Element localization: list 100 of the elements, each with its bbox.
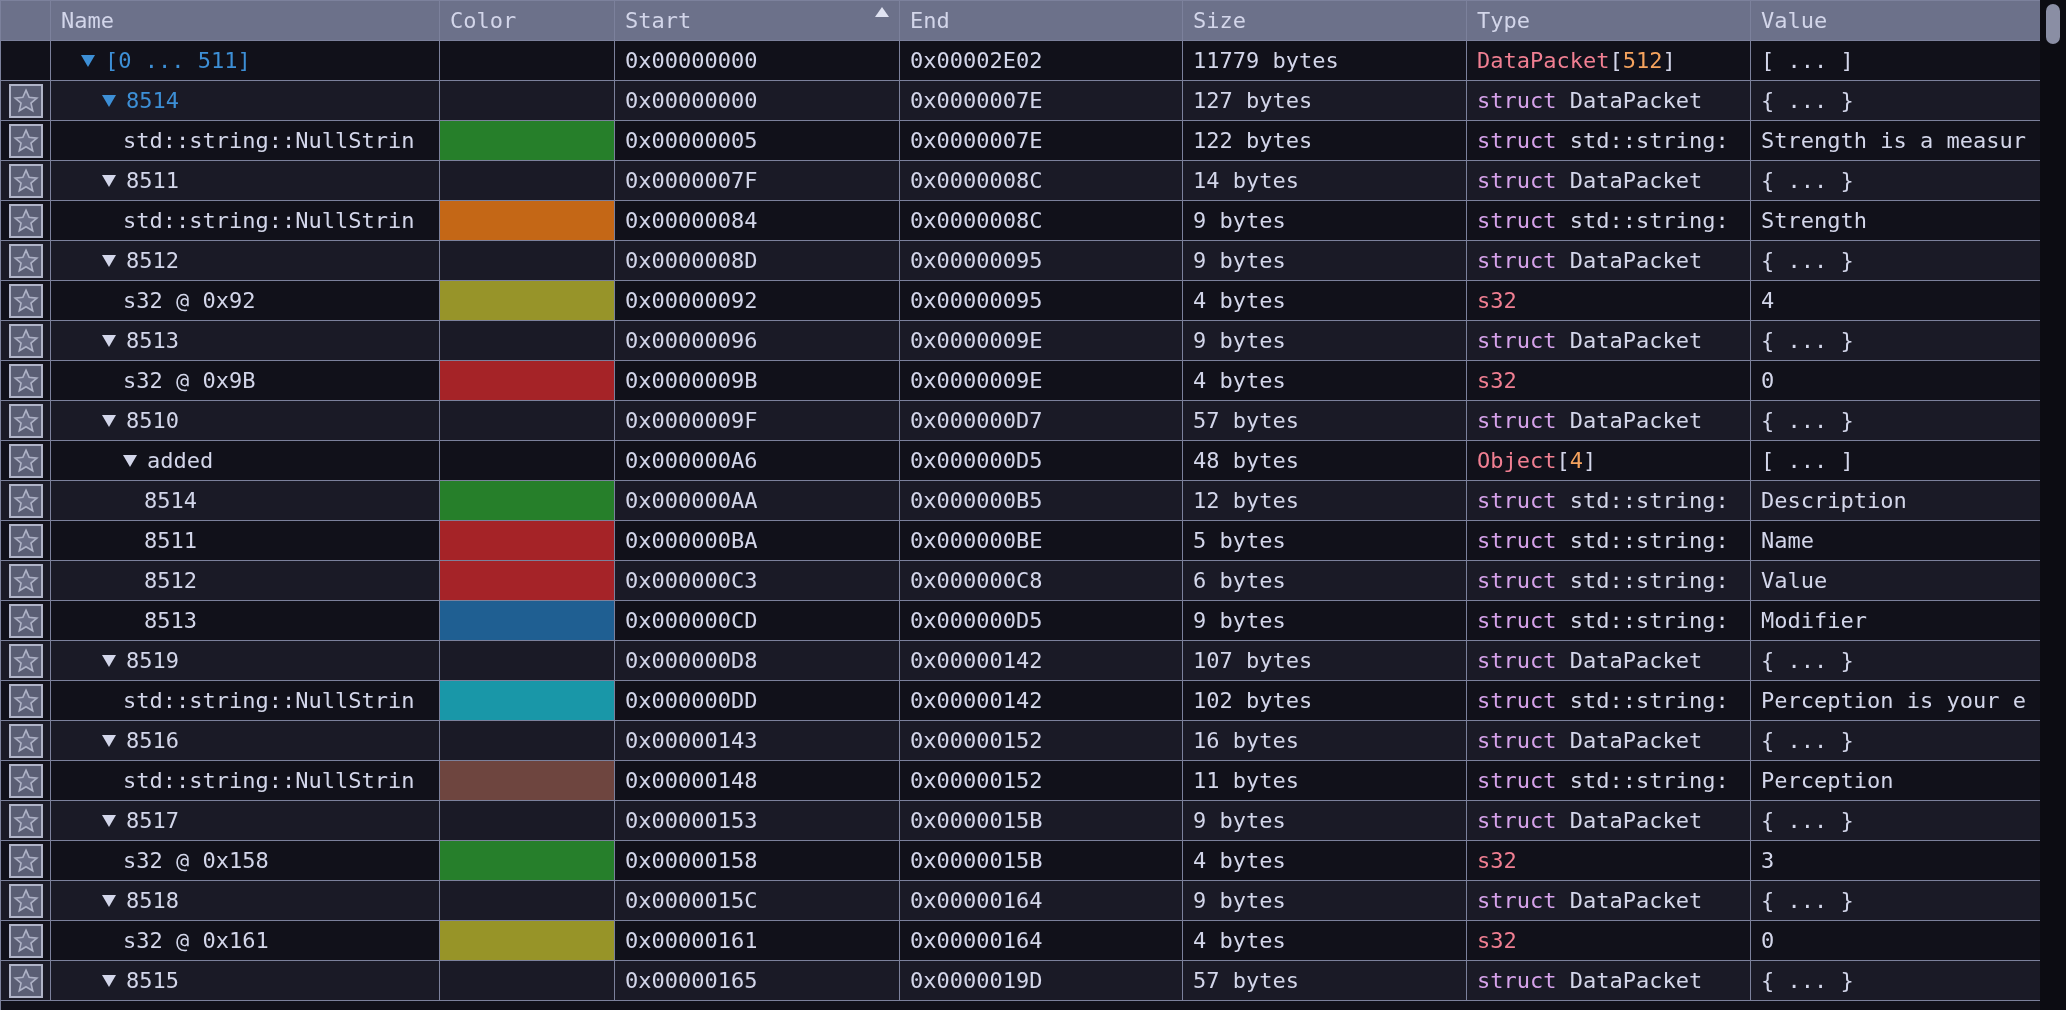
bookmark-button[interactable] [8,763,43,798]
bookmark-button[interactable] [8,203,43,238]
name-text: 8511 [126,167,179,195]
end-text: 0x00000095 [910,247,1043,275]
collapse-triangle-icon[interactable] [102,174,116,187]
size-text: 14 bytes [1193,167,1299,195]
type-text: struct DataPacket [1477,247,1703,275]
value-text: { ... } [1761,887,1854,915]
name-text: 8519 [126,647,179,675]
type-text: s32 [1477,927,1517,955]
bookmark-button[interactable] [8,563,43,598]
type-text: struct DataPacket [1477,327,1703,355]
end-text: 0x00000152 [910,727,1043,755]
type-text: s32 [1477,287,1517,315]
name-text: std::string::NullStrin [123,767,415,795]
type-text: struct DataPacket [1477,887,1703,915]
size-text: 102 bytes [1193,687,1313,715]
value-text: Strength is a measur [1761,127,2026,155]
start-text: 0x00000158 [625,847,758,875]
name-text: 8514 [126,87,179,115]
value-text: Description [1761,487,1907,515]
end-text: 0x000000B5 [910,487,1043,515]
bookmark-button[interactable] [8,83,43,118]
type-text: DataPacket[512] [1477,47,1676,75]
end-text: 0x0000008C [910,207,1043,235]
bookmark-button[interactable] [8,883,43,918]
size-text: 4 bytes [1193,367,1286,395]
value-text: Value [1761,567,1828,595]
collapse-triangle-icon[interactable] [102,894,116,907]
size-text: 107 bytes [1193,647,1313,675]
name-text: std::string::NullStrin [123,127,415,155]
bookmark-button[interactable] [8,923,43,958]
type-text: s32 [1477,847,1517,875]
start-text: 0x00000153 [625,807,758,835]
name-text: 8513 [144,607,197,635]
size-text: 5 bytes [1193,527,1286,555]
size-text: 9 bytes [1193,807,1286,835]
bookmark-button[interactable] [8,243,43,278]
bookmark-button[interactable] [8,483,43,518]
end-text: 0x0000008C [910,167,1043,195]
collapse-triangle-icon[interactable] [102,814,116,827]
bookmark-button[interactable] [8,403,43,438]
bookmark-button[interactable] [8,443,43,478]
bookmark-button[interactable] [8,843,43,878]
collapse-triangle-icon[interactable] [123,454,137,467]
type-text: struct std::string: [1477,687,1729,715]
bookmark-button[interactable] [8,163,43,198]
collapse-triangle-icon[interactable] [102,254,116,267]
value-text: 0 [1761,367,1775,395]
type-text: struct std::string: [1477,567,1729,595]
size-text: 4 bytes [1193,927,1286,955]
type-text: struct std::string: [1477,607,1729,635]
value-text: { ... } [1761,807,1854,835]
value-text: { ... } [1761,647,1854,675]
scrollbar-thumb[interactable] [2046,4,2060,44]
collapse-triangle-icon[interactable] [102,414,116,427]
scrollbar[interactable] [2040,0,2066,1010]
collapse-triangle-icon[interactable] [102,974,116,987]
collapse-triangle-icon[interactable] [102,734,116,747]
name-text: 8511 [144,527,197,555]
value-text: { ... } [1761,327,1854,355]
end-text: 0x00000142 [910,687,1043,715]
start-text: 0x000000A6 [625,447,758,475]
start-text: 0x00000161 [625,927,758,955]
start-text: 0x00000165 [625,967,758,995]
bookmark-button[interactable] [8,643,43,678]
bookmark-button[interactable] [8,963,43,998]
bookmark-button[interactable] [8,283,43,318]
bookmark-button[interactable] [8,723,43,758]
bookmark-button[interactable] [8,323,43,358]
end-text: 0x00000164 [910,887,1043,915]
name-text: 8516 [126,727,179,755]
end-text: 0x00002E02 [910,47,1043,75]
end-text: 0x0000015B [910,807,1043,835]
collapse-triangle-icon[interactable] [102,654,116,667]
start-text: 0x00000084 [625,207,758,235]
bookmark-button[interactable] [8,803,43,838]
size-text: 9 bytes [1193,207,1286,235]
type-text: struct std::string: [1477,487,1729,515]
size-text: 11 bytes [1193,767,1299,795]
collapse-triangle-icon[interactable] [102,334,116,347]
start-text: 0x0000009F [625,407,758,435]
bookmark-button[interactable] [8,683,43,718]
type-text: struct DataPacket [1477,167,1703,195]
name-text: s32 @ 0x158 [123,847,269,875]
type-text: Object[4] [1477,447,1597,475]
end-text: 0x000000D5 [910,447,1043,475]
type-text: struct std::string: [1477,127,1729,155]
bookmark-button[interactable] [8,603,43,638]
name-text: 8514 [144,487,197,515]
bookmark-button[interactable] [8,523,43,558]
bookmark-button[interactable] [8,123,43,158]
size-text: 16 bytes [1193,727,1299,755]
value-text: Modifier [1761,607,1867,635]
type-text: struct DataPacket [1477,87,1703,115]
type-text: struct DataPacket [1477,967,1703,995]
start-text: 0x00000096 [625,327,758,355]
bookmark-button[interactable] [8,363,43,398]
collapse-triangle-icon[interactable] [81,54,95,67]
name-text: s32 @ 0x9B [123,367,256,395]
